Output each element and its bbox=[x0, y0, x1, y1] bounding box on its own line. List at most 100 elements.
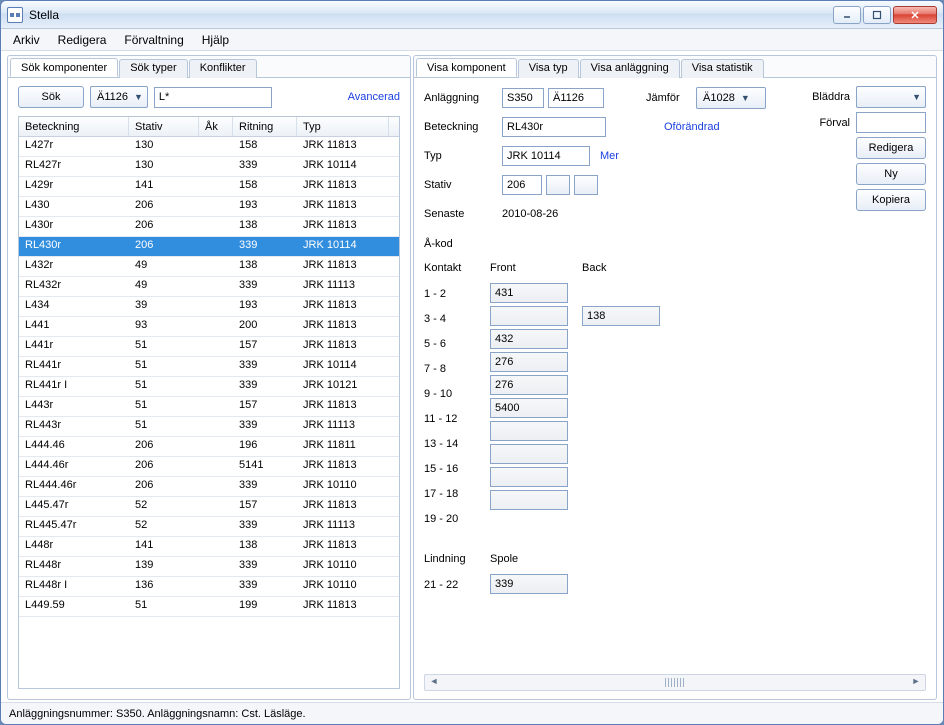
field-anl-code[interactable]: S350 bbox=[502, 88, 544, 108]
col-beteckning[interactable]: Beteckning bbox=[19, 117, 129, 136]
forval-input[interactable] bbox=[856, 112, 926, 133]
table-row[interactable]: L449.5951199JRK 11813 bbox=[19, 597, 399, 617]
kontakt-front-cell[interactable] bbox=[490, 306, 568, 326]
stativ-aux2[interactable] bbox=[574, 175, 598, 195]
table-row[interactable]: L444.46r2065141JRK 11813 bbox=[19, 457, 399, 477]
cell: 206 bbox=[129, 217, 199, 236]
cell: L430r bbox=[19, 217, 129, 236]
table-row[interactable]: L445.47r52157JRK 11813 bbox=[19, 497, 399, 517]
menu-hjälp[interactable]: Hjälp bbox=[194, 31, 237, 49]
kontakt-front-cell[interactable] bbox=[490, 421, 568, 441]
tab-visa-komponent[interactable]: Visa komponent bbox=[416, 58, 517, 77]
table-row[interactable]: L43439193JRK 11813 bbox=[19, 297, 399, 317]
advanced-link[interactable]: Avancerad bbox=[348, 91, 400, 103]
kopiera-button[interactable]: Kopiera bbox=[856, 189, 926, 211]
kontakt-back-empty bbox=[582, 398, 660, 418]
jamfor-select[interactable]: Ä1028 ▼ bbox=[696, 87, 766, 109]
table-row[interactable]: RL427r130339JRK 10114 bbox=[19, 157, 399, 177]
field-typ[interactable]: JRK 10114 bbox=[502, 146, 590, 166]
table-row[interactable]: L44193200JRK 11813 bbox=[19, 317, 399, 337]
table-row[interactable]: L430r206138JRK 11813 bbox=[19, 217, 399, 237]
kontakt-front-cell[interactable]: 276 bbox=[490, 352, 568, 372]
horizontal-scrollbar[interactable]: ◄ ► bbox=[424, 674, 926, 691]
scroll-right-icon[interactable]: ► bbox=[908, 676, 924, 686]
field-beteckning[interactable]: RL430r bbox=[502, 117, 606, 137]
field-stativ[interactable]: 206 bbox=[502, 175, 542, 195]
menu-arkiv[interactable]: Arkiv bbox=[5, 31, 48, 49]
table-row[interactable]: RL432r49339JRK 11113 bbox=[19, 277, 399, 297]
cell: 138 bbox=[233, 257, 297, 276]
table-row[interactable]: L443r51157JRK 11813 bbox=[19, 397, 399, 417]
table-row[interactable]: RL430r206339JRK 10114 bbox=[19, 237, 399, 257]
kontakt-front-cell[interactable]: 276 bbox=[490, 375, 568, 395]
mer-link[interactable]: Mer bbox=[600, 150, 619, 162]
kontakt-label: 11 - 12 bbox=[424, 408, 476, 430]
table-row[interactable]: L448r141138JRK 11813 bbox=[19, 537, 399, 557]
tab-sök-komponenter[interactable]: Sök komponenter bbox=[10, 58, 118, 77]
kontakt-label: 19 - 20 bbox=[424, 508, 476, 530]
chevron-down-icon: ▼ bbox=[741, 93, 750, 103]
cell: 339 bbox=[233, 557, 297, 576]
scope-select[interactable]: Ä1126 ▼ bbox=[90, 86, 148, 108]
kontakt-front-cell[interactable]: 431 bbox=[490, 283, 568, 303]
scroll-left-icon[interactable]: ◄ bbox=[426, 676, 442, 686]
col-ritning[interactable]: Ritning bbox=[233, 117, 297, 136]
table-row[interactable]: L432r49138JRK 11813 bbox=[19, 257, 399, 277]
tab-visa-typ[interactable]: Visa typ bbox=[518, 59, 579, 78]
maximize-button[interactable] bbox=[863, 6, 891, 24]
bladdra-select[interactable]: ▼ bbox=[856, 86, 926, 108]
kontakt-back-empty bbox=[582, 490, 660, 510]
table-row[interactable]: RL445.47r52339JRK 11113 bbox=[19, 517, 399, 537]
table-body[interactable]: L427r130158JRK 11813RL427r130339JRK 1011… bbox=[19, 137, 399, 688]
menu-redigera[interactable]: Redigera bbox=[50, 31, 115, 49]
cell: 157 bbox=[233, 497, 297, 516]
tab-sök-typer[interactable]: Sök typer bbox=[119, 59, 187, 78]
cell: 206 bbox=[129, 457, 199, 476]
table-row[interactable]: RL441r I51339JRK 10121 bbox=[19, 377, 399, 397]
field-senaste: 2010-08-26 bbox=[502, 208, 558, 220]
kontakt-front-cell[interactable] bbox=[490, 467, 568, 487]
cell bbox=[199, 337, 233, 356]
lindning-cell[interactable]: 339 bbox=[490, 574, 568, 594]
redigera-button[interactable]: Redigera bbox=[856, 137, 926, 159]
cell: 51 bbox=[129, 357, 199, 376]
cell: L448r bbox=[19, 537, 129, 556]
right-panel-body: Anläggning S350 Ä1126 Jämför Ä1028 ▼ Bet… bbox=[414, 78, 936, 699]
table-row[interactable]: RL448r I136339JRK 10110 bbox=[19, 577, 399, 597]
table-row[interactable]: RL441r51339JRK 10114 bbox=[19, 357, 399, 377]
kontakt-front-cell[interactable] bbox=[490, 490, 568, 510]
kontakt-front-cell[interactable] bbox=[490, 444, 568, 464]
ny-button[interactable]: Ny bbox=[856, 163, 926, 185]
table-row[interactable]: RL448r139339JRK 10110 bbox=[19, 557, 399, 577]
table-row[interactable]: L444.46206196JRK 11811 bbox=[19, 437, 399, 457]
kontakt-front-cell[interactable]: 432 bbox=[490, 329, 568, 349]
minimize-button[interactable] bbox=[833, 6, 861, 24]
content-area: Sök komponenterSök typerKonflikter Sök Ä… bbox=[1, 51, 943, 702]
kontakt-back-cell[interactable]: 138 bbox=[582, 306, 660, 326]
cell bbox=[199, 517, 233, 536]
table-row[interactable]: L441r51157JRK 11813 bbox=[19, 337, 399, 357]
field-anl-name[interactable]: Ä1126 bbox=[548, 88, 604, 108]
scroll-thumb[interactable] bbox=[665, 678, 685, 687]
search-input[interactable]: L* bbox=[154, 87, 272, 108]
table-row[interactable]: RL443r51339JRK 11113 bbox=[19, 417, 399, 437]
table-row[interactable]: L430206193JRK 11813 bbox=[19, 197, 399, 217]
tab-visa-statistik[interactable]: Visa statistik bbox=[681, 59, 764, 78]
kontakt-front-cell[interactable]: 5400 bbox=[490, 398, 568, 418]
tab-visa-anläggning[interactable]: Visa anläggning bbox=[580, 59, 680, 78]
table-row[interactable]: L427r130158JRK 11813 bbox=[19, 137, 399, 157]
col-åk[interactable]: Åk bbox=[199, 117, 233, 136]
menu-förvaltning[interactable]: Förvaltning bbox=[116, 31, 191, 49]
tab-konflikter[interactable]: Konflikter bbox=[189, 59, 257, 78]
table-row[interactable]: L429r141158JRK 11813 bbox=[19, 177, 399, 197]
search-button[interactable]: Sök bbox=[18, 86, 84, 108]
col-stativ[interactable]: Stativ bbox=[129, 117, 199, 136]
col-typ[interactable]: Typ bbox=[297, 117, 389, 136]
cell bbox=[199, 197, 233, 216]
close-button[interactable] bbox=[893, 6, 937, 24]
stativ-aux1[interactable] bbox=[546, 175, 570, 195]
oforandrad-link[interactable]: Oförändrad bbox=[664, 121, 720, 133]
table-row[interactable]: RL444.46r206339JRK 10110 bbox=[19, 477, 399, 497]
cell: 158 bbox=[233, 177, 297, 196]
chevron-down-icon: ▼ bbox=[134, 92, 143, 102]
